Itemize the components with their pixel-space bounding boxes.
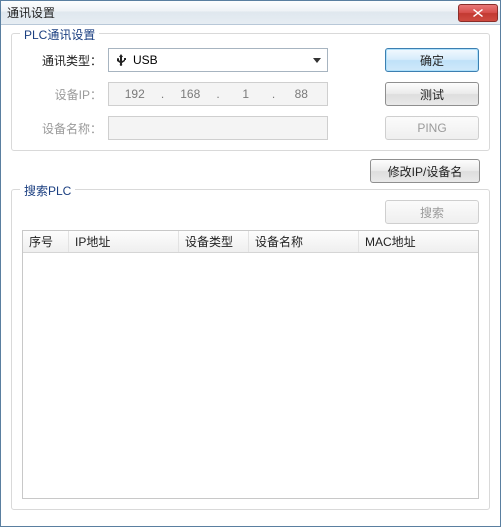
comm-type-value: USB <box>133 53 307 67</box>
test-button[interactable]: 测试 <box>385 82 479 106</box>
modify-ip-name-button[interactable]: 修改IP/设备名 <box>370 159 480 183</box>
col-type[interactable]: 设备类型 <box>179 231 249 252</box>
ping-button-label: PING <box>417 121 446 135</box>
ok-button[interactable]: 确定 <box>385 48 479 72</box>
plc-comm-group: PLC通讯设置 通讯类型： USB 确定 <box>11 33 490 151</box>
modify-row: 修改IP/设备名 <box>11 159 480 183</box>
ok-button-label: 确定 <box>420 52 444 69</box>
device-name-input <box>108 116 328 140</box>
results-table[interactable]: 序号 IP地址 设备类型 设备名称 MAC地址 <box>22 230 479 499</box>
ip-octet-3: 1 <box>220 87 272 101</box>
dialog-window: 通讯设置 PLC通讯设置 通讯类型： USB <box>0 0 501 527</box>
modify-button-label: 修改IP/设备名 <box>388 163 463 180</box>
search-button-label: 搜索 <box>420 204 444 221</box>
search-button[interactable]: 搜索 <box>385 200 479 224</box>
label-device-name: 设备名称： <box>22 120 108 137</box>
title-bar: 通讯设置 <box>1 1 500 25</box>
row-device-ip: 设备IP： 192 . 168 . 1 . 88 测试 <box>22 82 479 106</box>
ip-octet-1: 192 <box>109 87 161 101</box>
search-button-row: 搜索 <box>22 200 479 224</box>
table-header: 序号 IP地址 设备类型 设备名称 MAC地址 <box>23 231 478 253</box>
search-plc-group: 搜索PLC 搜索 序号 IP地址 设备类型 设备名称 MAC地址 <box>11 189 490 510</box>
test-button-label: 测试 <box>420 86 444 103</box>
label-comm-type: 通讯类型： <box>22 52 108 69</box>
device-ip-input: 192 . 168 . 1 . 88 <box>108 82 328 106</box>
col-name[interactable]: 设备名称 <box>249 231 359 252</box>
col-mac[interactable]: MAC地址 <box>359 231 478 252</box>
search-plc-legend: 搜索PLC <box>20 182 75 199</box>
ip-octet-2: 168 <box>165 87 217 101</box>
table-body <box>23 253 478 498</box>
close-button[interactable] <box>458 4 498 22</box>
usb-icon <box>115 54 127 66</box>
ping-button[interactable]: PING <box>385 116 479 140</box>
ip-octet-4: 88 <box>276 87 328 101</box>
col-index[interactable]: 序号 <box>23 231 69 252</box>
plc-comm-legend: PLC通讯设置 <box>20 26 99 43</box>
row-device-name: 设备名称： PING <box>22 116 479 140</box>
comm-type-combo[interactable]: USB <box>108 48 328 72</box>
row-comm-type: 通讯类型： USB 确定 <box>22 48 479 72</box>
col-ip[interactable]: IP地址 <box>69 231 179 252</box>
client-area: PLC通讯设置 通讯类型： USB 确定 <box>1 25 500 526</box>
close-icon <box>473 9 483 17</box>
label-device-ip: 设备IP： <box>22 86 108 103</box>
window-title: 通讯设置 <box>7 4 458 21</box>
chevron-down-icon <box>313 58 321 63</box>
